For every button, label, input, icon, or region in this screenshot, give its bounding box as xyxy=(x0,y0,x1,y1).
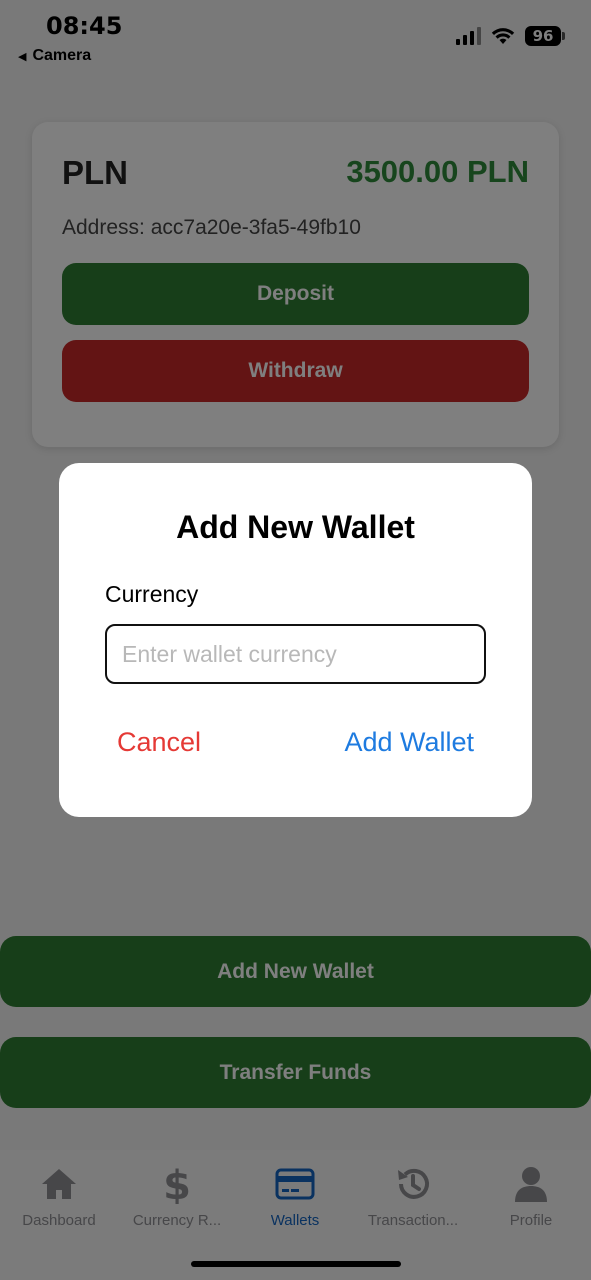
add-wallet-dialog: Add New Wallet Currency Cancel Add Walle… xyxy=(59,463,532,817)
dialog-title: Add New Wallet xyxy=(176,509,415,545)
currency-input[interactable] xyxy=(105,624,486,684)
home-indicator[interactable] xyxy=(191,1261,401,1267)
currency-field-label: Currency xyxy=(105,581,199,607)
cancel-button[interactable]: Cancel xyxy=(117,727,201,758)
add-wallet-button[interactable]: Add Wallet xyxy=(344,727,474,758)
